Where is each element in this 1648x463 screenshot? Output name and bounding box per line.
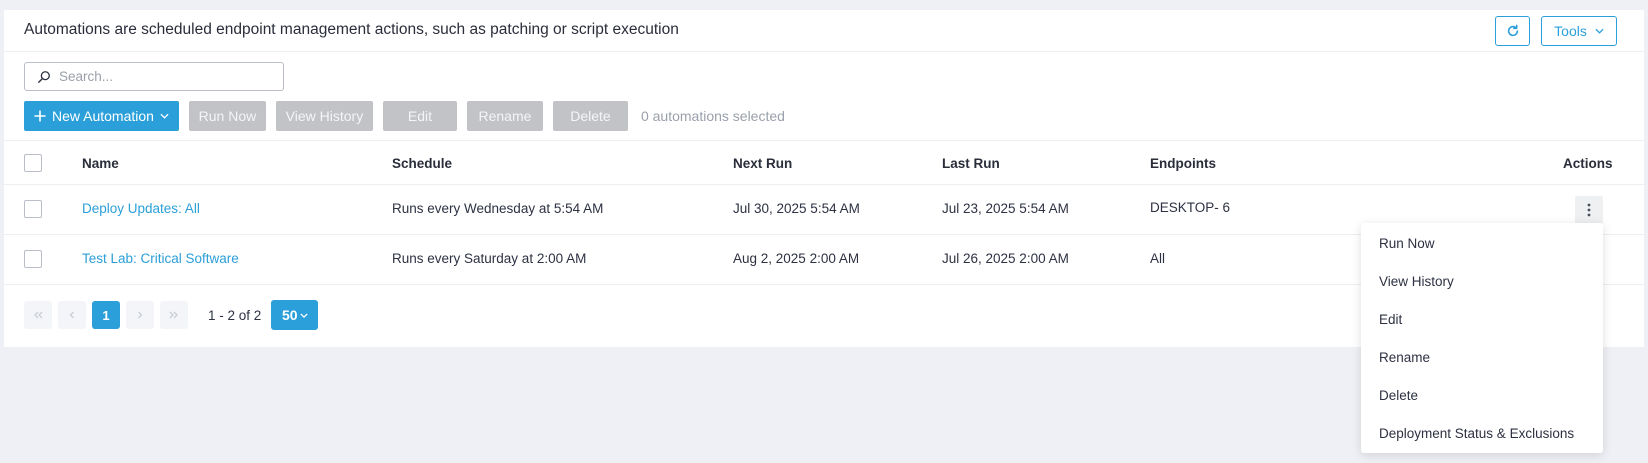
menu-item-edit[interactable]: Edit [1361, 301, 1603, 339]
search-field[interactable] [24, 62, 284, 91]
chevron-down-icon [1595, 28, 1604, 34]
column-header-last-run[interactable]: Last Run [942, 156, 1000, 171]
next-run-cell: Aug 2, 2025 2:00 AM [733, 251, 860, 266]
first-page-button[interactable] [24, 301, 52, 329]
schedule-cell: Runs every Wednesday at 5:54 AM [392, 201, 604, 216]
column-header-name[interactable]: Name [82, 156, 119, 171]
menu-item-view-history[interactable]: View History [1361, 263, 1603, 301]
previous-page-button[interactable] [58, 301, 86, 329]
endpoints-cell: DESKTOP- 6 [1150, 200, 1231, 215]
double-chevron-right-icon [169, 311, 178, 319]
table-header: Name Schedule Next Run Last Run Endpoint… [4, 140, 1644, 185]
page-range-label: 1 - 2 of 2 [208, 307, 262, 323]
last-page-button[interactable] [160, 301, 188, 329]
refresh-icon [1507, 24, 1518, 37]
column-header-endpoints[interactable]: Endpoints [1150, 156, 1216, 171]
schedule-cell: Runs every Saturday at 2:00 AM [392, 251, 587, 266]
pagination: 1 1 - 2 of 2 50 [24, 300, 319, 330]
last-run-cell: Jul 26, 2025 2:00 AM [942, 251, 1069, 266]
rename-button[interactable]: Rename [466, 101, 543, 131]
new-automation-label: New Automation [52, 108, 154, 124]
row-checkbox[interactable] [24, 200, 42, 218]
column-header-schedule[interactable]: Schedule [392, 156, 452, 171]
search-icon [38, 70, 50, 83]
next-run-cell: Jul 30, 2025 5:54 AM [733, 201, 860, 216]
search-input[interactable] [59, 69, 259, 84]
next-page-button[interactable] [126, 301, 154, 329]
edit-button[interactable]: Edit [382, 101, 457, 131]
chevron-right-icon [138, 311, 143, 319]
row-actions-menu: Run Now View History Edit Rename Delete … [1361, 223, 1603, 453]
chevron-left-icon [69, 311, 74, 319]
page-size-value: 50 [282, 307, 298, 323]
view-history-button[interactable]: View History [275, 101, 373, 131]
menu-item-delete[interactable]: Delete [1361, 377, 1603, 415]
menu-item-deployment-status[interactable]: Deployment Status & Exclusions [1361, 415, 1603, 453]
run-now-button[interactable]: Run Now [188, 101, 266, 131]
automation-name-link[interactable]: Deploy Updates: All [82, 201, 200, 216]
double-chevron-left-icon [34, 311, 43, 319]
page-size-select[interactable]: 50 [271, 300, 319, 330]
select-all-checkbox[interactable] [24, 154, 42, 172]
chevron-down-icon [299, 312, 308, 318]
tools-label: Tools [1554, 23, 1587, 39]
automation-name-link[interactable]: Test Lab: Critical Software [82, 251, 239, 266]
page-title: Automations are scheduled endpoint manag… [24, 21, 679, 38]
plus-icon [34, 110, 46, 122]
last-run-cell: Jul 23, 2025 5:54 AM [942, 201, 1069, 216]
row-actions-button[interactable] [1575, 196, 1603, 224]
endpoints-cell: All [1150, 251, 1166, 266]
column-header-next-run[interactable]: Next Run [733, 156, 792, 171]
chevron-down-icon [160, 113, 169, 119]
action-toolbar: New Automation Run Now View History Edit… [24, 101, 785, 131]
refresh-button[interactable] [1495, 16, 1530, 46]
panel-header: Automations are scheduled endpoint manag… [4, 10, 1644, 52]
page-number-button[interactable]: 1 [92, 301, 120, 329]
menu-item-run-now[interactable]: Run Now [1361, 225, 1603, 263]
tools-dropdown-button[interactable]: Tools [1541, 16, 1617, 46]
new-automation-button[interactable]: New Automation [24, 101, 179, 131]
menu-item-rename[interactable]: Rename [1361, 339, 1603, 377]
column-header-actions: Actions [1563, 156, 1613, 171]
row-checkbox[interactable] [24, 250, 42, 268]
kebab-menu-icon [1587, 203, 1591, 217]
delete-button[interactable]: Delete [552, 101, 628, 131]
selection-count: 0 automations selected [640, 108, 785, 124]
